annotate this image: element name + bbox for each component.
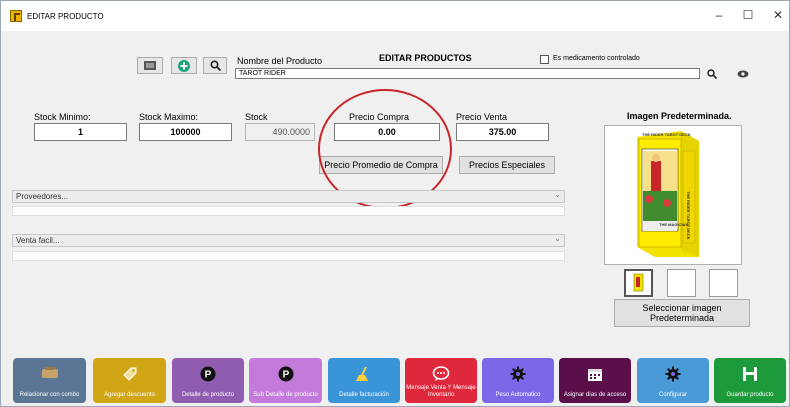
stock-max-label: Stock Maximo:: [139, 112, 199, 122]
thumbnail-2[interactable]: [667, 269, 696, 297]
tile-detalle-facturaci-n[interactable]: Detalle facturación: [328, 358, 400, 403]
maximize-button[interactable]: ☐: [741, 9, 755, 21]
broom-icon: [356, 366, 372, 385]
sell-price-label: Precio Venta: [456, 112, 508, 122]
suppliers-combo[interactable]: Proveedores... ⌄: [12, 190, 565, 203]
svg-text:P: P: [282, 370, 289, 381]
suppliers-combo-label: Proveedores...: [16, 192, 69, 201]
stock-max-input[interactable]: 100000: [139, 123, 232, 141]
suppliers-panel: [12, 206, 565, 216]
stock-value: 490.0000: [245, 123, 315, 141]
gear-icon: [665, 366, 681, 385]
sell-price-input[interactable]: 375.00: [456, 123, 549, 141]
tile-agregar-descuento[interactable]: Agregar descuento: [93, 358, 166, 403]
p-icon: P: [278, 366, 294, 385]
search-button[interactable]: [203, 57, 227, 74]
barcode-button[interactable]: [137, 57, 163, 74]
tile-relacionar-con-combo[interactable]: Relacionar con combo: [13, 358, 86, 403]
chat-icon: [432, 366, 450, 385]
barcode-icon: [144, 61, 156, 70]
form-heading: EDITAR PRODUCTOS: [379, 53, 472, 63]
tile-asignar-d-as-de-acceso[interactable]: Asignar días de acceso: [559, 358, 631, 403]
link-icon: [41, 366, 59, 383]
view-button[interactable]: [735, 67, 751, 80]
save-icon: [742, 366, 758, 385]
name-search-button[interactable]: [705, 67, 719, 80]
calendar-icon: [587, 366, 603, 385]
svg-text:P: P: [205, 370, 212, 381]
tile-label: Mensaje Venta Y Mensaje Inventario: [406, 385, 476, 398]
p-icon: P: [200, 366, 216, 385]
window-title: EDITAR PRODUCTO: [27, 11, 104, 21]
search-icon: [209, 60, 221, 71]
card-side-text: THE RIDER TAROT DECK: [686, 191, 691, 240]
quick-sale-panel: [12, 251, 565, 261]
chevron-down-icon: ⌄: [554, 234, 561, 243]
tile-label: Agregar descuento: [104, 392, 155, 398]
gear-icon: [510, 366, 526, 385]
tile-label: Detalle de producto: [181, 392, 235, 398]
special-prices-button[interactable]: Precios Especiales: [459, 156, 555, 174]
tile-label: Sub Detalle de producto: [253, 392, 318, 398]
controlled-label: Es medicamento controlado: [553, 55, 640, 62]
tile-sub-detalle-de-producto[interactable]: P Sub Detalle de producto: [249, 358, 322, 403]
select-image-button[interactable]: Seleccionar imagen Predeterminada: [614, 299, 750, 327]
tile-configurar[interactable]: Configurar: [637, 358, 709, 403]
product-name-label: Nombre del Producto: [237, 56, 323, 66]
tarot-thumb-icon: [633, 273, 644, 292]
tile-mensaje-venta-y-mensaje-inventario[interactable]: Mensaje Venta Y Mensaje Inventario: [405, 358, 477, 403]
search-icon: [707, 68, 717, 79]
tile-label: Asignar días de acceso: [563, 392, 627, 398]
thumbnail-3[interactable]: [709, 269, 738, 297]
tile-label: Relacionar con combo: [19, 392, 80, 398]
tile-label: Detalle facturación: [339, 392, 389, 398]
tile-label: Guardar producto: [726, 392, 774, 398]
close-button[interactable]: ✕: [771, 9, 785, 21]
title-bar: EDITAR PRODUCTO – ☐ ✕: [1, 1, 789, 31]
add-button[interactable]: [171, 57, 197, 74]
card-label: THE MAGICIAN: [659, 222, 689, 227]
tag-icon: [122, 366, 138, 385]
card-banner: THE RIDER TAROT DECK: [642, 132, 691, 137]
eye-icon: [737, 70, 749, 77]
minimize-button[interactable]: –: [712, 9, 726, 21]
quick-sale-combo-label: Venta facil...: [16, 236, 60, 245]
tile-guardar-producto[interactable]: Guardar producto: [714, 358, 786, 403]
stock-min-label: Stock Minimo:: [34, 112, 91, 122]
tile-peso-automatico[interactable]: Peso Automatico: [482, 358, 554, 403]
controlled-checkbox[interactable]: [540, 55, 549, 64]
quick-sale-combo[interactable]: Venta facil... ⌄: [12, 234, 565, 247]
tile-label: Configurar: [658, 392, 687, 398]
thumbnail-1[interactable]: [624, 269, 653, 297]
tile-detalle-de-producto[interactable]: P Detalle de producto: [172, 358, 244, 403]
stock-label: Stock: [245, 112, 268, 122]
tile-label: Peso Automatico: [495, 392, 541, 398]
product-edit-window: EDITAR PRODUCTO – ☐ ✕ 7777000146 Nombre …: [0, 0, 790, 407]
app-icon: [10, 10, 22, 22]
stock-min-input[interactable]: 1: [34, 123, 127, 141]
plus-circle-icon: [178, 59, 190, 72]
image-title: Imagen Predeterminada.: [627, 111, 732, 121]
product-name-input[interactable]: TAROT RIDER: [235, 68, 700, 79]
chevron-down-icon: ⌄: [554, 190, 561, 199]
